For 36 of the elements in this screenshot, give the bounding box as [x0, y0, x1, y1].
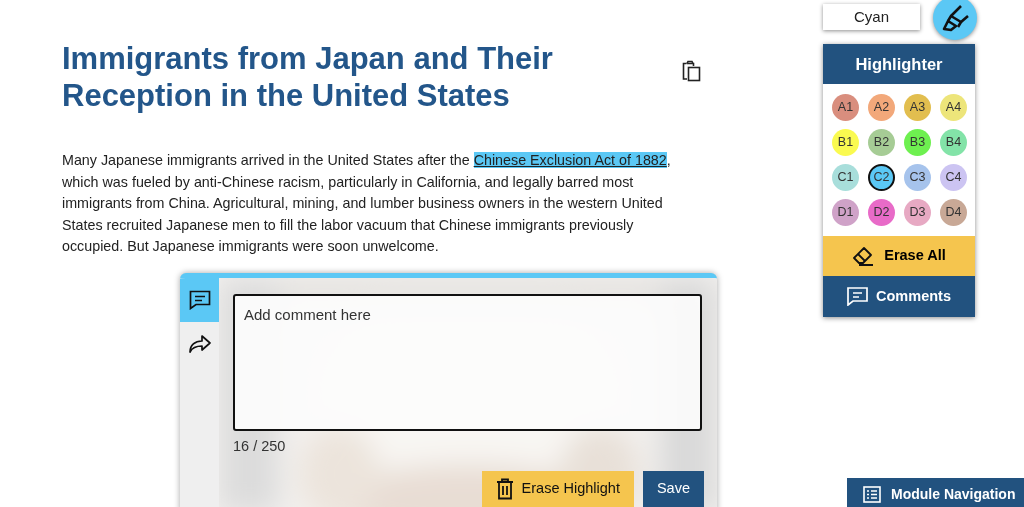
color-swatch[interactable]: A1 [832, 94, 859, 121]
color-swatch[interactable]: B1 [832, 129, 859, 156]
comment-tab[interactable] [180, 278, 219, 322]
share-arrow-icon [187, 334, 212, 354]
color-swatch[interactable]: B3 [904, 129, 931, 156]
comment-icon [188, 290, 211, 310]
comment-icon [847, 287, 869, 306]
color-swatch[interactable]: D4 [940, 199, 967, 226]
comment-field[interactable]: Add comment here [233, 294, 702, 431]
comments-button[interactable]: Comments [823, 276, 975, 317]
color-swatch[interactable]: C2 [868, 164, 895, 191]
color-swatch[interactable]: C4 [940, 164, 967, 191]
color-swatch[interactable]: C1 [832, 164, 859, 191]
color-swatch[interactable]: A3 [904, 94, 931, 121]
color-swatch[interactable]: D3 [904, 199, 931, 226]
article-title: Immigrants from Japan and Their Reception in the United States [62, 40, 554, 115]
highlighter-toggle-button[interactable] [933, 0, 977, 40]
color-swatch[interactable]: C3 [904, 164, 931, 191]
list-icon [863, 485, 881, 503]
color-swatch[interactable]: A4 [940, 94, 967, 121]
clipboard-icon[interactable] [682, 60, 702, 82]
highlighter-icon [940, 4, 970, 32]
color-swatch[interactable]: D1 [832, 199, 859, 226]
panel-title: Highlighter [823, 44, 975, 84]
erase-all-button[interactable]: Erase All [823, 236, 975, 276]
save-button[interactable]: Save [642, 471, 704, 507]
color-swatch[interactable]: B4 [940, 129, 967, 156]
trash-icon [495, 478, 514, 500]
module-navigation-button[interactable]: Module Navigation [847, 478, 1024, 507]
color-swatch[interactable]: B2 [868, 129, 895, 156]
color-swatch[interactable]: A2 [868, 94, 895, 121]
color-swatch[interactable]: D2 [868, 199, 895, 226]
color-name-label: Cyan [823, 4, 920, 30]
erase-highlight-button[interactable]: Erase Highlight [481, 471, 634, 507]
article-paragraph: Many Japanese immigrants arrived in the United States after the Chinese Exclusion Act of 1882, which was fueled by anti-Chinese racism, particularly in California, and legally barred most immigrants from China. Agricultural, mining, and lumber business owners in the western United States recruited Japanese men to fill the labor vacuum that Chinese immigrants previously occupied. But Japanese immigrants were soon unwelcome. [62, 151, 672, 257]
character-counter: 16 / 250 [233, 437, 286, 456]
